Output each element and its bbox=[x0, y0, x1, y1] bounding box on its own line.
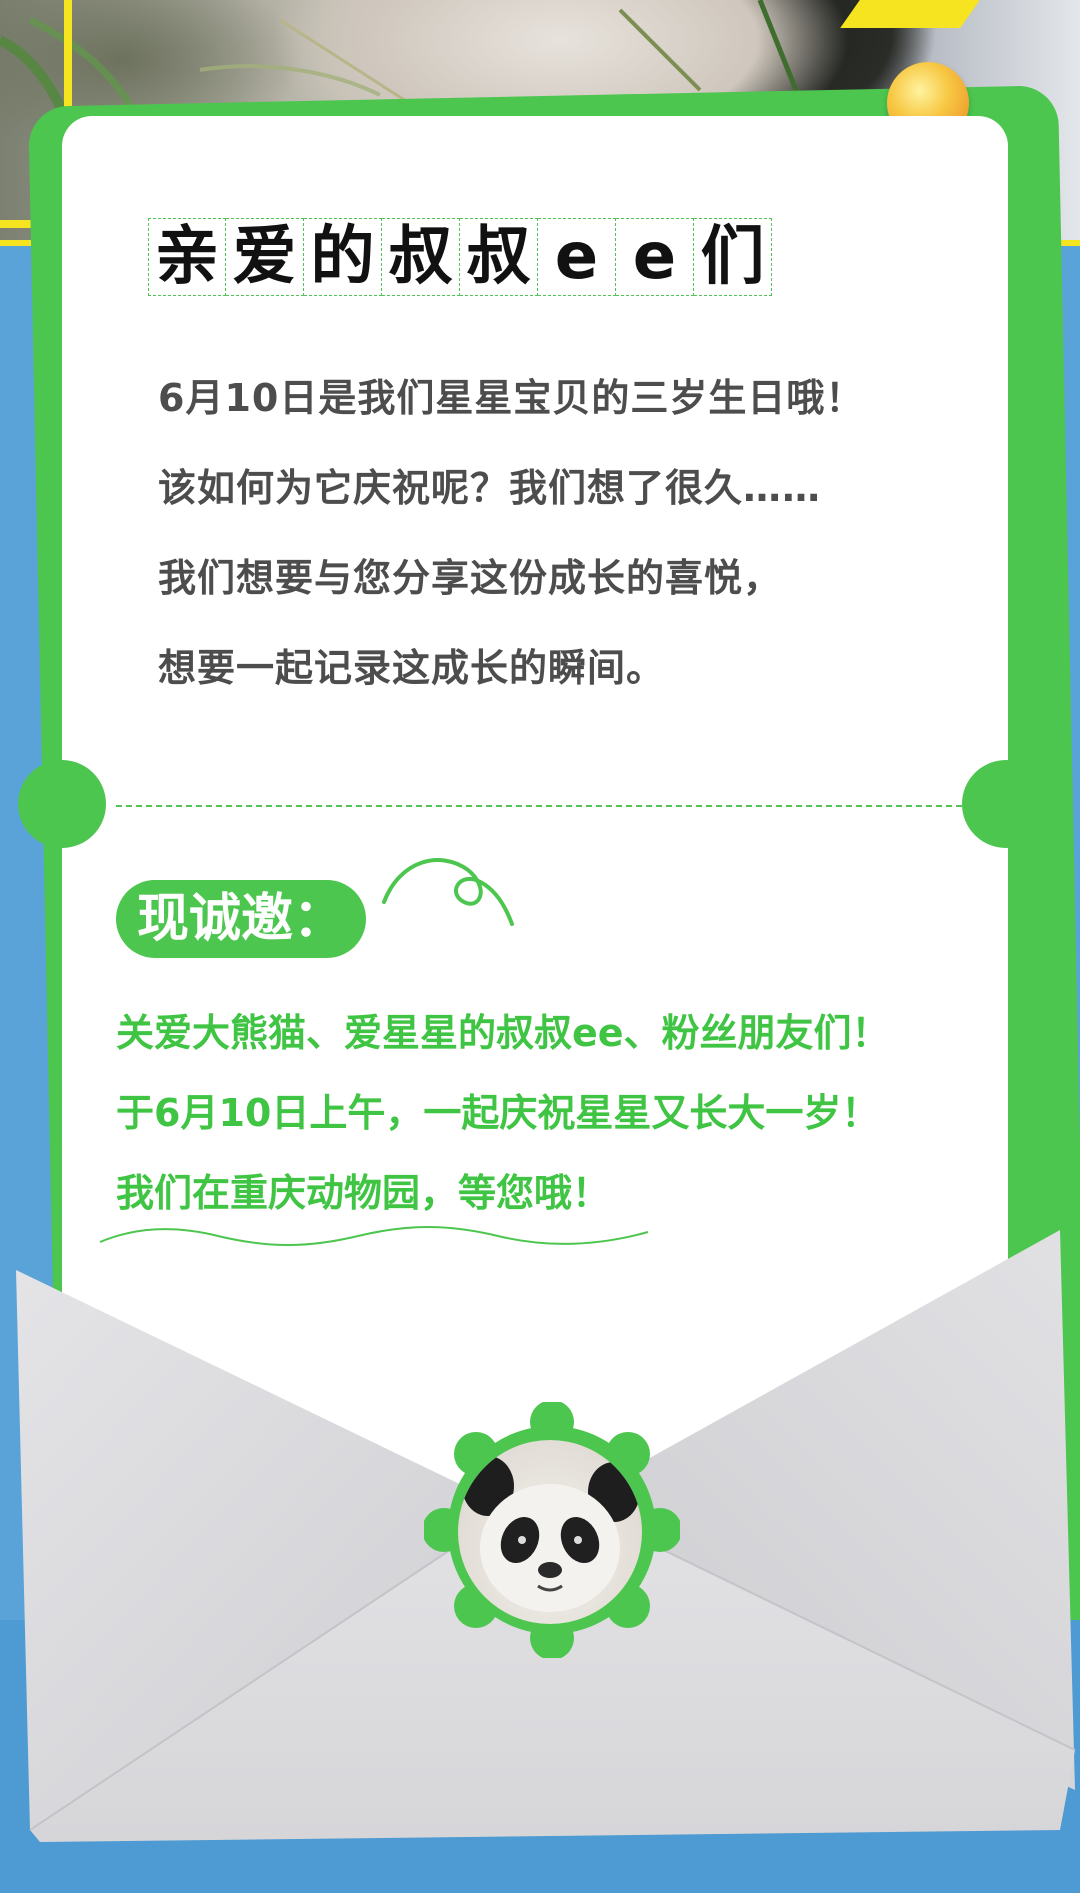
yellow-corner-stripe bbox=[840, 0, 980, 28]
heading-char: 叔 bbox=[460, 218, 538, 296]
heading-char: 爱 bbox=[226, 218, 304, 296]
heading-char: e bbox=[616, 218, 694, 296]
heading-char: 们 bbox=[694, 218, 772, 296]
heading-char: 的 bbox=[304, 218, 382, 296]
ticket-notch-right bbox=[962, 760, 1050, 848]
intro-line: 想要一起记录这成长的瞬间。 bbox=[158, 646, 666, 690]
greeting-heading: 亲 爱 的 叔 叔 e e 们 bbox=[148, 218, 772, 298]
panda-face-icon bbox=[462, 1456, 640, 1612]
panda-face-photo bbox=[458, 1440, 642, 1624]
invite-label-pill: 现诚邀： bbox=[116, 880, 366, 958]
intro-paragraph: 6月10日是我们星星宝贝的三岁生日哦！ 该如何为它庆祝呢？我们想了很久…… 我们… bbox=[158, 366, 864, 726]
invite-line: 关爱大熊猫、爱星星的叔叔ee、粉丝朋友们！ bbox=[116, 1011, 890, 1055]
intro-line: 6月10日是我们星星宝贝的三岁生日哦！ bbox=[158, 376, 865, 420]
heading-char: 叔 bbox=[382, 218, 460, 296]
ticket-perforation-line bbox=[116, 805, 962, 807]
heading-char: 亲 bbox=[148, 218, 226, 296]
invite-message: 关爱大熊猫、爱星星的叔叔ee、粉丝朋友们！ 于6月10日上午，一起庆祝星星又长大… bbox=[116, 998, 890, 1238]
intro-line: 我们想要与您分享这份成长的喜悦， bbox=[158, 556, 783, 600]
ticket-notch-left bbox=[18, 760, 106, 848]
intro-line: 该如何为它庆祝呢？我们想了很久…… bbox=[158, 466, 822, 510]
invitation-poster: 亲 爱 的 叔 叔 e e 们 6月10日是我们星星宝贝的三岁生日哦！ 该如何为… bbox=[0, 0, 1080, 1893]
heading-char: e bbox=[538, 218, 616, 296]
curl-doodle-icon bbox=[382, 858, 514, 926]
invite-line: 于6月10日上午，一起庆祝星星又长大一岁！ bbox=[116, 1091, 880, 1135]
